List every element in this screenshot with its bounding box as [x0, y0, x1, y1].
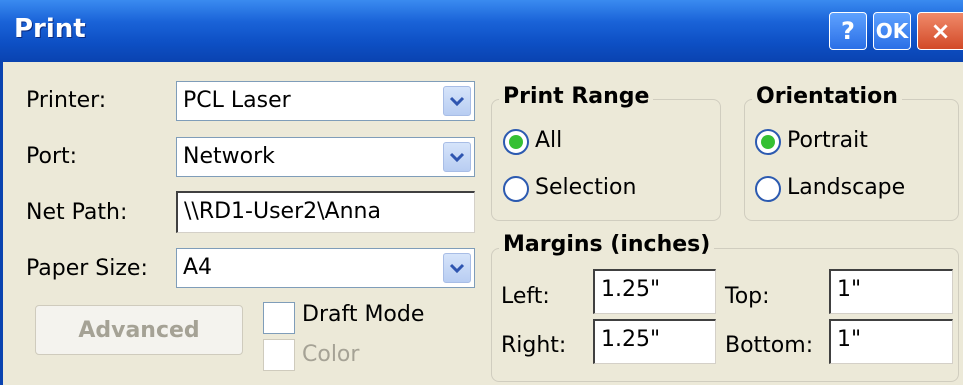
left-margin-input[interactable]: 1.25" [593, 269, 716, 314]
radio-all-label: All [535, 128, 563, 153]
color-label: Color [302, 342, 360, 367]
port-label: Port: [26, 144, 78, 169]
top-margin-value: 1" [837, 277, 862, 302]
papersize-value: A4 [183, 255, 213, 280]
radio-selection[interactable] [503, 176, 529, 202]
left-margin-label: Left: [501, 284, 550, 309]
port-select[interactable]: Network [176, 137, 475, 177]
right-margin-label: Right: [501, 333, 567, 358]
print-range-title: Print Range [499, 84, 654, 109]
chevron-down-icon[interactable] [443, 86, 471, 116]
bottom-margin-label: Bottom: [725, 333, 814, 358]
draftmode-checkbox[interactable] [263, 302, 295, 334]
printer-value: PCL Laser [183, 88, 291, 113]
orientation-title: Orientation [752, 84, 902, 109]
chevron-down-icon[interactable] [443, 142, 471, 172]
print-range-group [491, 99, 721, 221]
right-margin-input[interactable]: 1.25" [593, 319, 716, 364]
papersize-select[interactable]: A4 [176, 248, 475, 288]
printer-select[interactable]: PCL Laser [176, 81, 475, 121]
printer-label: Printer: [26, 88, 107, 113]
draftmode-label: Draft Mode [302, 302, 425, 327]
radio-landscape-label: Landscape [787, 175, 906, 200]
help-icon: ? [841, 17, 855, 45]
netpath-input[interactable]: \\RD1-User2\Anna [176, 191, 475, 233]
top-margin-label: Top: [725, 284, 770, 309]
margins-title: Margins (inches) [499, 232, 715, 257]
left-margin-value: 1.25" [601, 277, 661, 302]
dialog-body: Printer: PCL Laser Port: Network Net Pat… [0, 62, 963, 385]
title-bar: Print ? OK × [0, 0, 963, 62]
radio-landscape[interactable] [755, 176, 781, 202]
chevron-down-icon[interactable] [443, 253, 471, 283]
radio-all[interactable] [503, 129, 529, 155]
port-value: Network [183, 144, 275, 169]
help-button[interactable]: ? [829, 12, 867, 50]
orientation-group [744, 99, 959, 221]
top-margin-input[interactable]: 1" [829, 269, 953, 314]
advanced-button[interactable]: Advanced [35, 305, 243, 355]
print-dialog: Print ? OK × Printer: PCL Laser Port: Ne… [0, 0, 963, 385]
netpath-value: \\RD1-User2\Anna [184, 199, 381, 224]
bottom-margin-value: 1" [837, 327, 862, 352]
radio-portrait[interactable] [755, 129, 781, 155]
ok-button[interactable]: OK [873, 12, 911, 50]
close-button[interactable]: × [917, 12, 963, 50]
radio-portrait-label: Portrait [787, 128, 868, 153]
radio-selection-label: Selection [535, 175, 637, 200]
color-checkbox[interactable] [263, 339, 295, 371]
bottom-margin-input[interactable]: 1" [829, 319, 953, 364]
netpath-label: Net Path: [26, 200, 128, 225]
right-margin-value: 1.25" [601, 327, 661, 352]
close-icon: × [930, 17, 951, 45]
dialog-title: Print [14, 14, 86, 44]
papersize-label: Paper Size: [26, 256, 148, 281]
